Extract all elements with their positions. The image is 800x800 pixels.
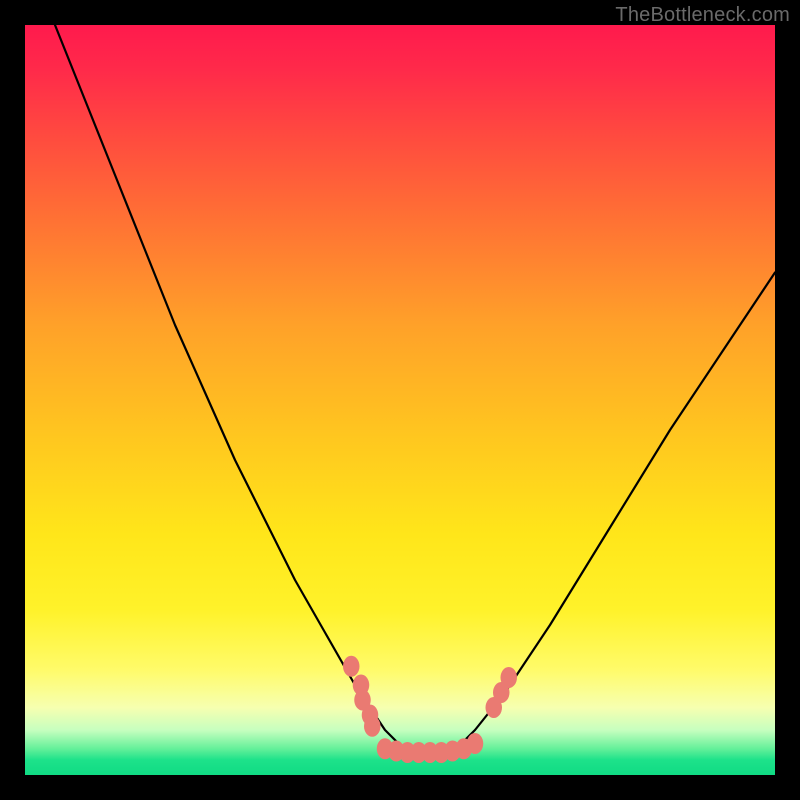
chart-frame: TheBottleneck.com	[0, 0, 800, 800]
chart-svg	[25, 25, 775, 775]
curve-layer	[55, 25, 775, 753]
data-marker	[467, 733, 484, 754]
data-marker	[364, 716, 381, 737]
bottleneck-curve-path	[55, 25, 775, 753]
marker-layer	[343, 656, 517, 763]
data-marker	[343, 656, 360, 677]
plot-area	[25, 25, 775, 775]
data-marker	[501, 667, 518, 688]
watermark-text: TheBottleneck.com	[615, 4, 790, 27]
